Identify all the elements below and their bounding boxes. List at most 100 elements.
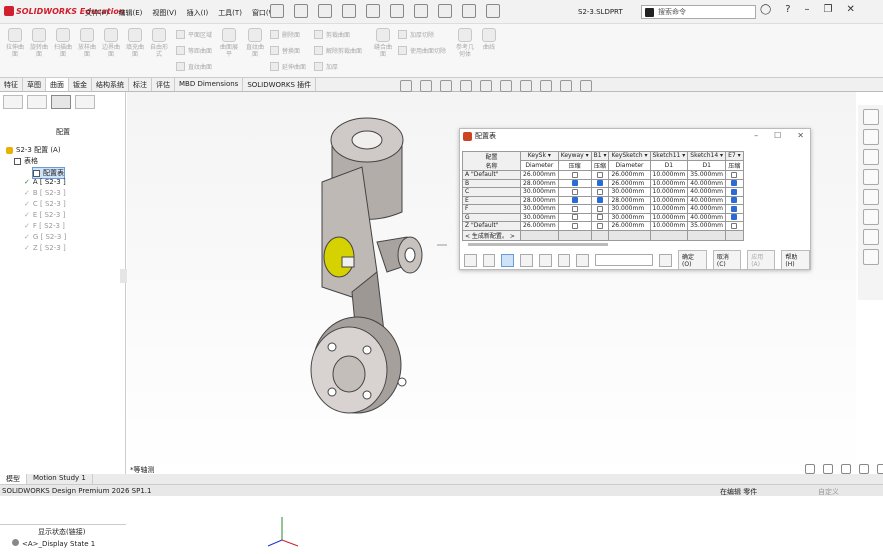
hide-show-icon[interactable] bbox=[520, 80, 532, 92]
apply-scene-icon[interactable] bbox=[560, 80, 572, 92]
suppress-cell[interactable] bbox=[590, 170, 610, 180]
new-config-row[interactable]: < 生成新配置。 > bbox=[462, 229, 744, 241]
column-header[interactable]: Keyway ▾ bbox=[557, 151, 592, 161]
suppress-cell[interactable] bbox=[590, 178, 610, 188]
menu-item[interactable]: 插入(I) bbox=[187, 8, 209, 18]
value-cell[interactable]: 30.000mm bbox=[520, 204, 559, 214]
restore-icon[interactable]: ❐ bbox=[824, 4, 833, 15]
suppress-checkbox[interactable] bbox=[571, 222, 578, 229]
menu-item[interactable]: 文件(F) bbox=[85, 8, 109, 18]
value-cell[interactable]: 30.000mm bbox=[608, 212, 651, 222]
ribbon-button[interactable]: 拉伸曲面 bbox=[4, 28, 26, 58]
value-cell[interactable]: 40.000mm bbox=[687, 212, 727, 222]
column-filter-icon[interactable]: ▾ bbox=[602, 152, 606, 159]
suppress-checkbox[interactable] bbox=[571, 214, 578, 221]
suppress-checkbox[interactable] bbox=[731, 188, 738, 195]
row-config-name[interactable]: F bbox=[462, 204, 521, 214]
suppress-checkbox[interactable] bbox=[731, 214, 738, 221]
suppress-cell[interactable] bbox=[557, 221, 592, 231]
ribbon-small-button[interactable]: 加厚 bbox=[314, 62, 338, 71]
ribbon-button[interactable]: 曲面展平 bbox=[218, 28, 240, 58]
suppress-checkbox[interactable] bbox=[731, 197, 738, 204]
options-icon[interactable] bbox=[486, 4, 500, 18]
value-cell[interactable]: 40.000mm bbox=[687, 195, 727, 205]
column-filter-icon[interactable]: ▾ bbox=[546, 152, 551, 159]
print-icon[interactable] bbox=[366, 4, 380, 18]
value-cell[interactable]: 28.000mm bbox=[608, 195, 651, 205]
menu-item[interactable]: 视图(V) bbox=[152, 8, 176, 18]
suppress-cell[interactable] bbox=[557, 204, 592, 214]
rebuild-icon[interactable] bbox=[462, 4, 476, 18]
show-configs-icon[interactable] bbox=[501, 253, 515, 267]
ribbon-button[interactable]: 扫描曲面 bbox=[52, 28, 74, 58]
help-button[interactable]: 帮助(H) bbox=[781, 250, 811, 270]
ribbon-small-button[interactable]: 等距曲面 bbox=[176, 46, 212, 55]
menu-item[interactable]: 工具(T) bbox=[218, 8, 242, 18]
ribbon-button[interactable]: 放样曲面 bbox=[76, 28, 98, 58]
new-icon[interactable] bbox=[294, 4, 308, 18]
value-cell[interactable]: 28.000mm bbox=[520, 178, 559, 188]
value-cell[interactable]: 30.000mm bbox=[608, 204, 651, 214]
select-icon[interactable] bbox=[438, 4, 452, 18]
value-cell[interactable]: 26.000mm bbox=[608, 170, 651, 180]
export-icon[interactable] bbox=[659, 253, 673, 267]
suppress-checkbox[interactable] bbox=[571, 171, 578, 178]
suppress-checkbox[interactable] bbox=[731, 171, 738, 178]
command-tab[interactable]: 草图 bbox=[23, 78, 46, 91]
tree-node[interactable]: ✓ C [ S2-3 ] bbox=[24, 200, 66, 208]
display-state-item[interactable]: <A>_Display State 1 bbox=[12, 539, 95, 548]
previous-view-icon[interactable] bbox=[440, 80, 452, 92]
account-icon[interactable]: ◯ bbox=[760, 4, 771, 15]
suppress-checkbox[interactable] bbox=[571, 197, 578, 204]
column-header[interactable]: Sketch14 ▾ bbox=[687, 151, 727, 161]
value-cell[interactable]: 10.000mm bbox=[649, 178, 689, 188]
ribbon-small-button[interactable]: 解除剪裁曲面 bbox=[314, 46, 362, 55]
suppress-cell[interactable] bbox=[725, 178, 744, 188]
column-filter-icon[interactable]: ▾ bbox=[584, 152, 589, 159]
suppress-cell[interactable] bbox=[557, 187, 592, 197]
value-cell[interactable]: 26.000mm bbox=[520, 170, 559, 180]
bottom-tab[interactable]: Motion Study 1 bbox=[27, 474, 93, 484]
value-cell[interactable]: 40.000mm bbox=[687, 178, 727, 188]
value-cell[interactable]: 10.000mm bbox=[649, 195, 689, 205]
command-tab[interactable]: SOLIDWORKS 插件 bbox=[243, 78, 317, 91]
resources-home-icon[interactable] bbox=[862, 109, 879, 125]
tree-node[interactable]: S2-3 配置 (A) bbox=[6, 145, 61, 155]
suppress-cell[interactable] bbox=[590, 212, 610, 222]
ribbon-button[interactable]: 参考几何体 bbox=[454, 28, 476, 58]
suppress-checkbox[interactable] bbox=[571, 188, 578, 195]
command-tab[interactable]: MBD Dimensions bbox=[175, 78, 244, 91]
feature-manager-tab-icon[interactable] bbox=[3, 95, 23, 109]
row-config-name[interactable]: C bbox=[462, 187, 521, 197]
ribbon-small-button[interactable]: 替换面 bbox=[270, 46, 300, 55]
zoom-area-icon[interactable] bbox=[420, 80, 432, 92]
mic-icon[interactable] bbox=[823, 464, 833, 474]
view-palette-icon[interactable] bbox=[862, 169, 879, 185]
value-cell[interactable]: 28.000mm bbox=[520, 195, 559, 205]
suppress-checkbox[interactable] bbox=[597, 222, 604, 229]
tree-node[interactable]: ✓ A [ S2-3 ] bbox=[24, 178, 66, 186]
value-cell[interactable]: 10.000mm bbox=[649, 204, 689, 214]
column-filter-icon[interactable]: ▾ bbox=[718, 152, 723, 159]
ribbon-small-button[interactable]: 平面区域 bbox=[176, 30, 212, 39]
column-filter-icon[interactable]: ▾ bbox=[643, 152, 647, 159]
value-cell[interactable]: 40.000mm bbox=[687, 204, 727, 214]
apply-button[interactable]: 应用(A) bbox=[747, 250, 776, 270]
design-library-icon[interactable] bbox=[862, 129, 879, 145]
gear-icon[interactable] bbox=[557, 253, 571, 267]
ribbon-button[interactable]: 自由形式 bbox=[148, 28, 170, 58]
property-manager-tab-icon[interactable] bbox=[27, 95, 47, 109]
ai-icon[interactable] bbox=[877, 464, 883, 474]
help-icon[interactable]: ? bbox=[785, 4, 790, 15]
row-config-name[interactable]: G bbox=[462, 212, 521, 222]
tree-node[interactable]: ✓ E [ S2-3 ] bbox=[24, 211, 65, 219]
value-cell[interactable]: 26.000mm bbox=[520, 221, 559, 231]
value-cell[interactable]: 26.000mm bbox=[608, 178, 651, 188]
row-config-name[interactable]: Z "Default" bbox=[462, 221, 521, 231]
close-icon[interactable]: ✕ bbox=[846, 4, 854, 15]
bottom-tab[interactable]: 模型 bbox=[0, 474, 27, 484]
edit-appearance-icon[interactable] bbox=[540, 80, 552, 92]
horizontal-scrollbar[interactable] bbox=[468, 243, 608, 246]
suppress-cell[interactable] bbox=[725, 212, 744, 222]
tree-node[interactable]: 表格 bbox=[14, 156, 38, 166]
